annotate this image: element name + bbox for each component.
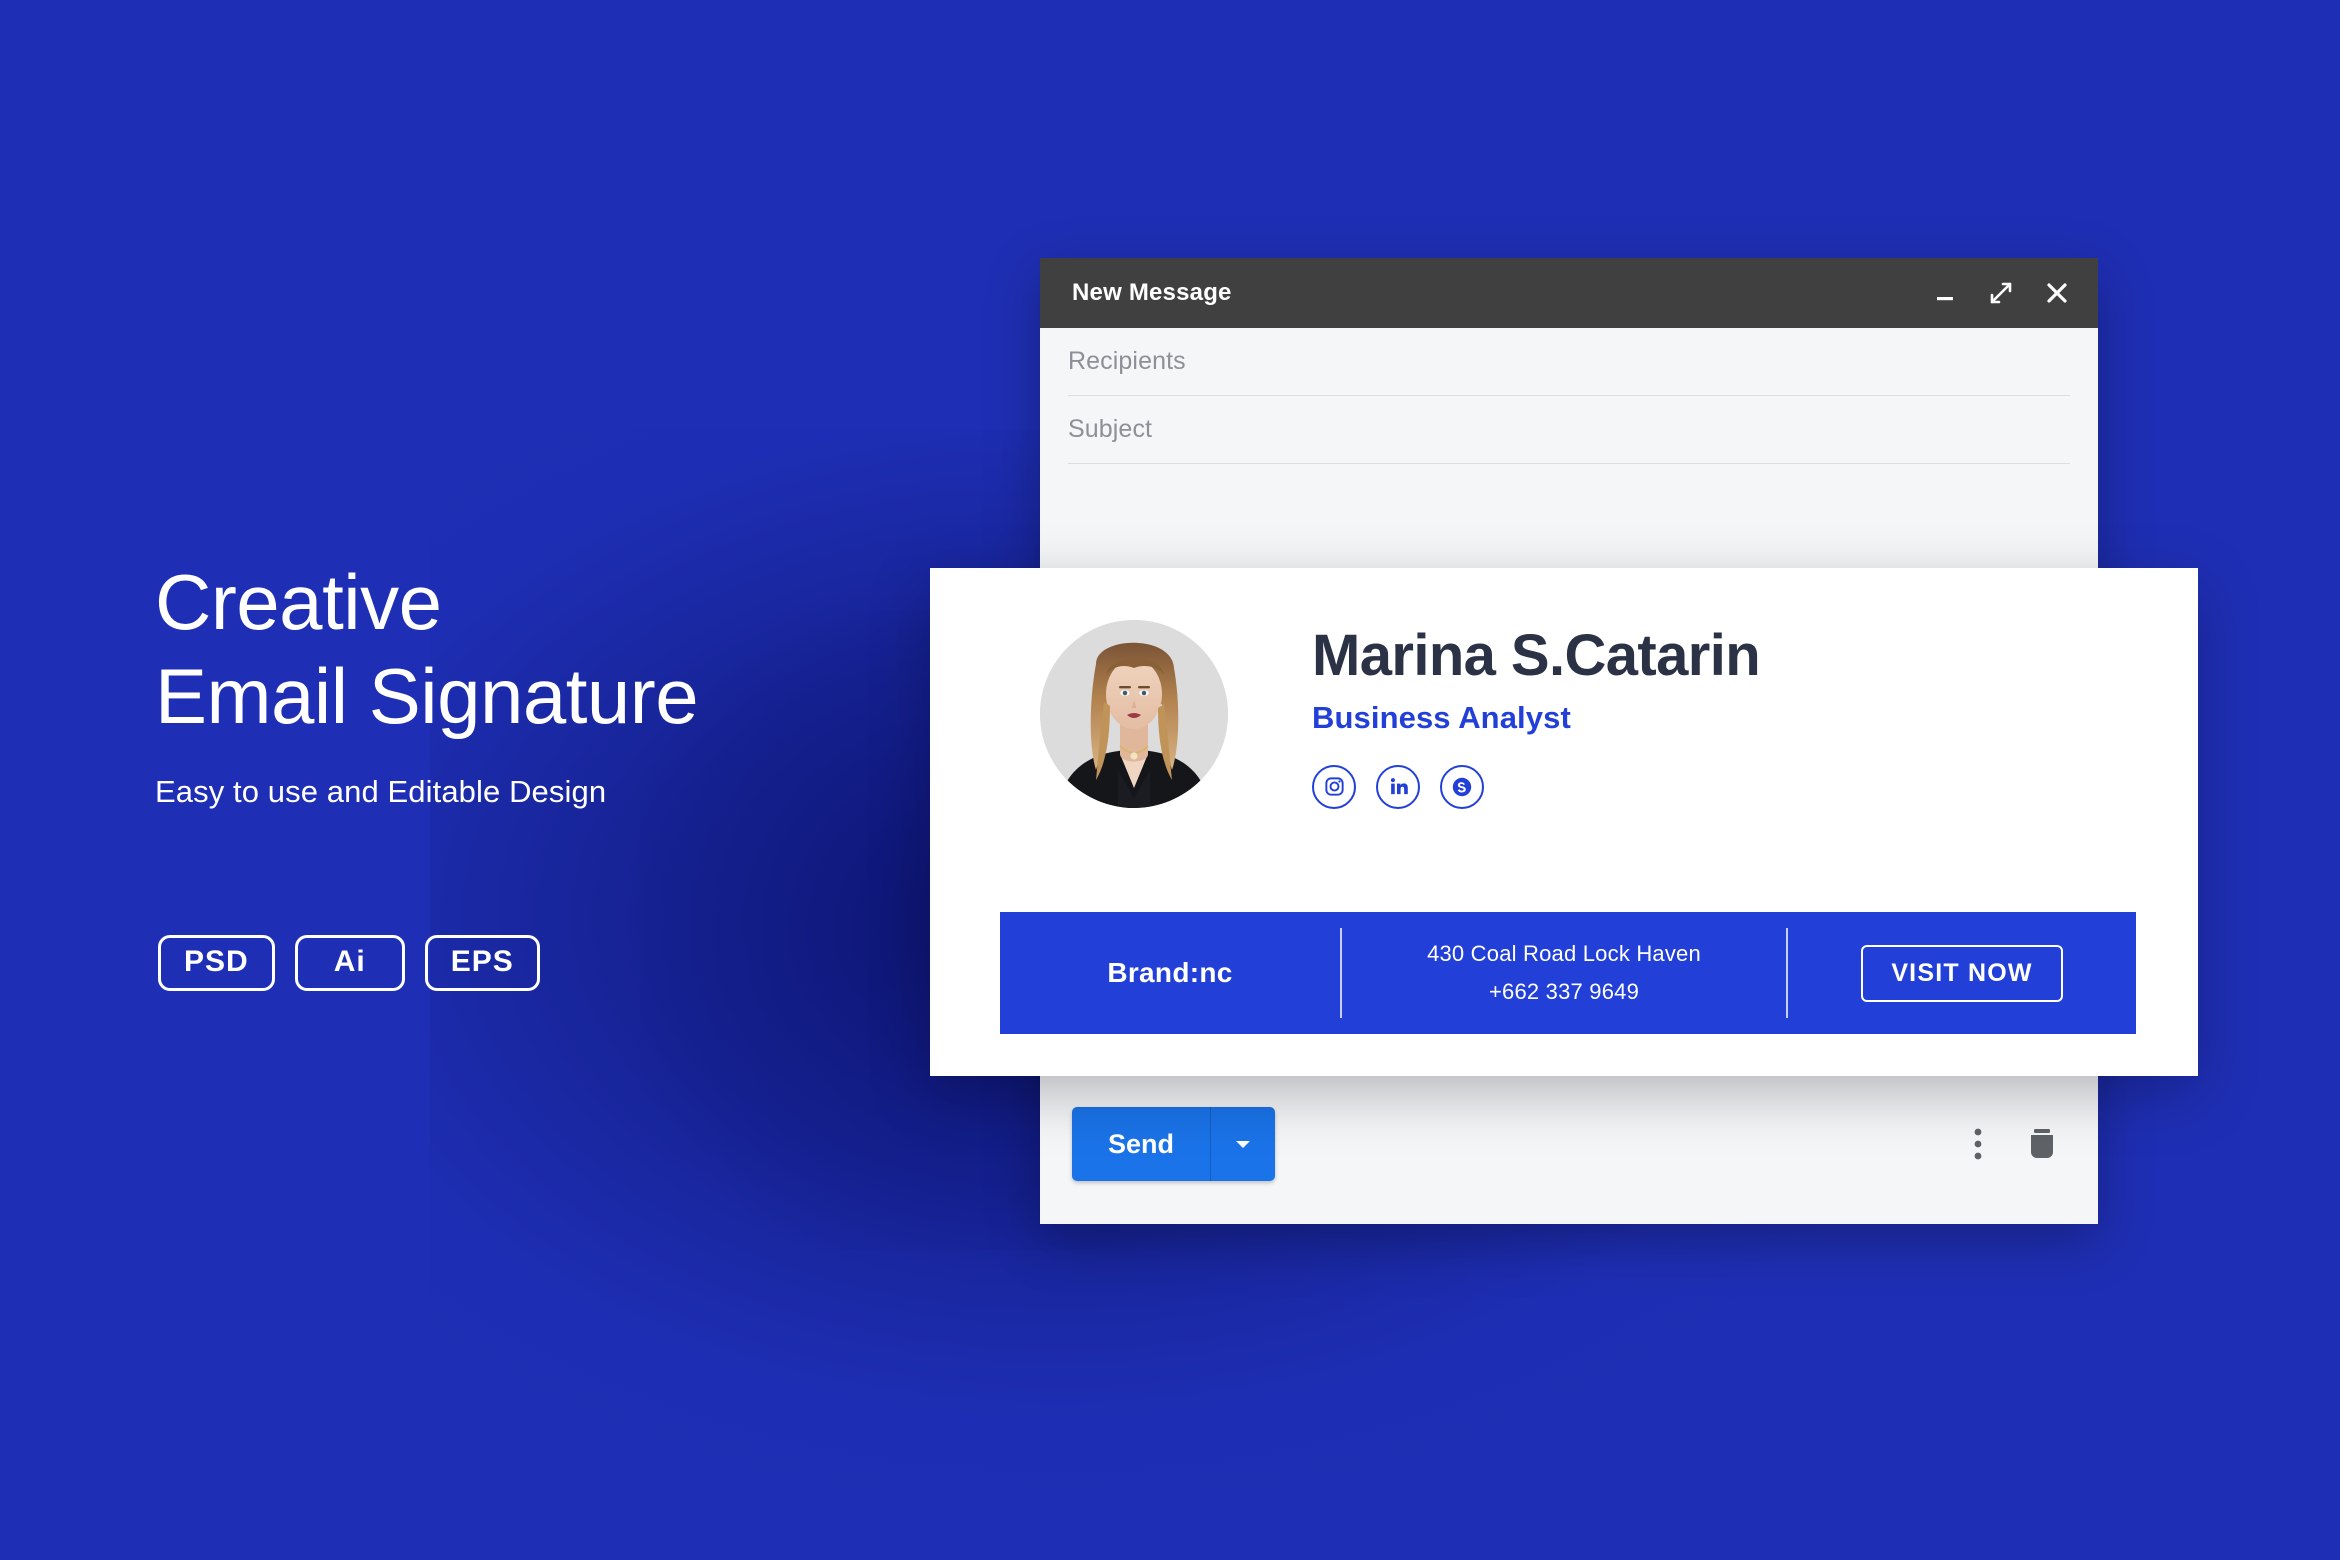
expand-icon[interactable] [1986, 278, 2016, 308]
trash-icon[interactable] [2026, 1126, 2058, 1162]
instagram-icon[interactable] [1312, 764, 1356, 809]
visit-now-button[interactable]: VISIT NOW [1861, 944, 2063, 1002]
badge-eps: EPS [424, 935, 540, 991]
chevron-down-icon[interactable] [1211, 1107, 1276, 1181]
compose-footer: Send [1040, 1064, 2098, 1224]
email-signature-card: Marina S.Catarin Business Analyst Brand:… [930, 568, 2198, 1076]
portrait-photo [1040, 620, 1228, 809]
close-icon[interactable] [2042, 278, 2072, 308]
send-button-group: Send [1072, 1107, 1276, 1181]
badge-ai: Ai [294, 935, 405, 991]
footer-tools [1970, 1126, 2058, 1162]
signature-details: Marina S.Catarin Business Analyst [1312, 620, 1761, 809]
avatar [1040, 620, 1228, 809]
more-vertical-icon[interactable] [1970, 1126, 1986, 1162]
cta-wrapper: VISIT NOW [1788, 912, 2136, 1034]
recipients-field[interactable]: Recipients [1068, 328, 2070, 396]
contact-bar: Brand:nc 430 Coal Road Lock Haven +662 3… [1000, 912, 2136, 1034]
promo-subtitle: Easy to use and Editable Design [155, 774, 607, 809]
linkedin-icon[interactable] [1376, 764, 1420, 809]
signature-role: Business Analyst [1312, 699, 1571, 735]
social-links [1312, 764, 1760, 809]
promo-block: Creative Email Signature Easy to use and… [155, 555, 935, 811]
signature-top-row: Marina S.Catarin Business Analyst [930, 568, 2198, 809]
badge-psd: PSD [158, 935, 275, 991]
signature-name: Marina S.Catarin [1312, 623, 1761, 688]
send-button[interactable]: Send [1072, 1107, 1212, 1181]
window-controls [1930, 278, 2072, 308]
compose-fields: Recipients Subject [1040, 328, 2098, 464]
format-badges: PSD Ai EPS [158, 935, 540, 991]
recipients-placeholder: Recipients [1068, 347, 1186, 375]
contact-phone: +662 337 9649 [1488, 979, 1640, 1004]
promo-title: Creative Email Signature [155, 558, 699, 740]
compose-window-title: New Message [1072, 279, 1232, 306]
minimize-icon[interactable] [1930, 278, 1960, 308]
skype-icon[interactable] [1440, 764, 1484, 809]
poster-canvas: Creative Email Signature Easy to use and… [0, 0, 2340, 1560]
brand-name: Brand:nc [1107, 957, 1233, 988]
contact-address: 430 Coal Road Lock Haven [1427, 941, 1701, 966]
compose-title-bar: New Message [1040, 258, 2098, 328]
subject-placeholder: Subject [1068, 415, 1153, 443]
contact-details: 430 Coal Road Lock Haven +662 337 9649 [1342, 912, 1786, 1034]
subject-field[interactable]: Subject [1068, 396, 2070, 464]
